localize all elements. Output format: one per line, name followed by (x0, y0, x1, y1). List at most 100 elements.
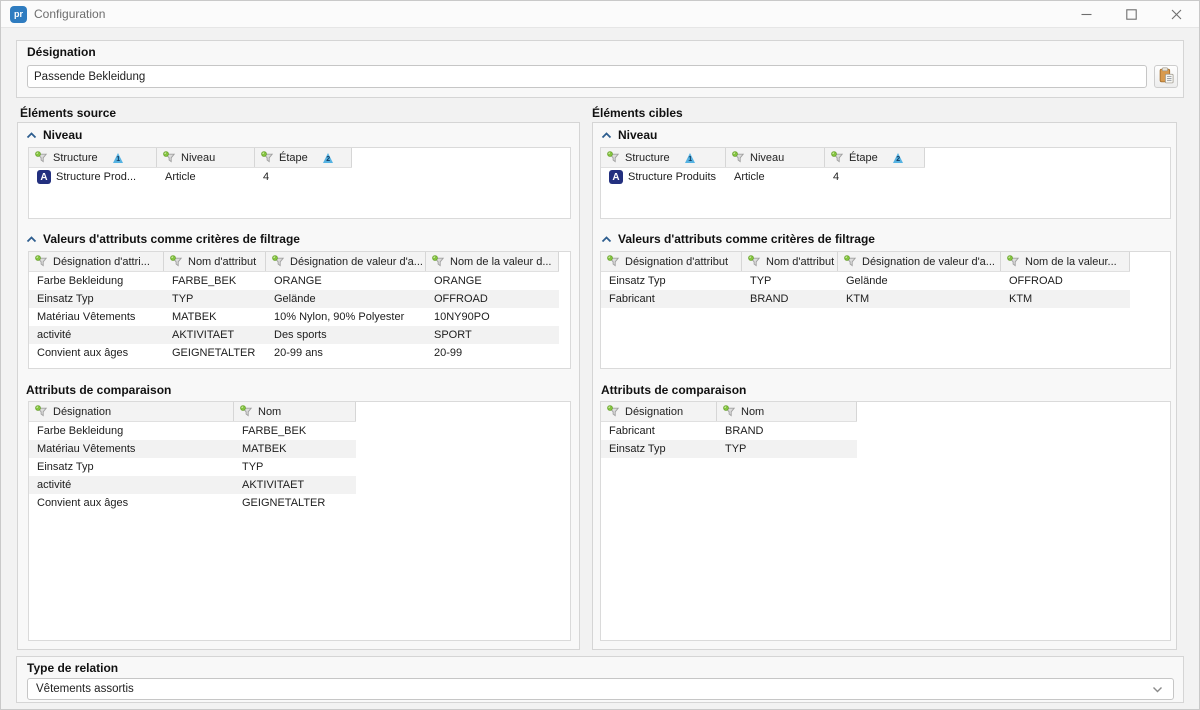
table-cell: TYP (717, 443, 857, 455)
section-label: Niveau (618, 128, 657, 142)
column-header[interactable]: Nom d'attribut (164, 252, 266, 271)
table-cell: Farbe Bekleidung (29, 275, 164, 287)
section-label: Niveau (43, 128, 82, 142)
close-button[interactable] (1154, 1, 1199, 27)
filter-icon[interactable] (35, 255, 48, 268)
relation-type-label: Type de relation (27, 661, 118, 675)
table-cell: ORANGE (266, 275, 426, 287)
filter-icon[interactable] (1007, 255, 1020, 268)
column-header[interactable]: Désignation (601, 402, 717, 421)
source-panel: Niveau Structure1 Niveau Étape2 A Struct… (17, 122, 580, 650)
table-cell: Des sports (266, 329, 426, 341)
column-header[interactable]: Nom (234, 402, 356, 421)
table-cell: TYP (234, 461, 356, 473)
etape-cell: 4 (825, 171, 925, 183)
source-comparison-section-header: Attributs de comparaison (26, 383, 171, 397)
table-cell: Einsatz Typ (29, 461, 234, 473)
minimize-button[interactable] (1064, 1, 1109, 27)
target-filter-section-header[interactable]: Valeurs d'attributs comme critères de fi… (601, 232, 875, 246)
table-row[interactable]: Farbe BekleidungFARBE_BEK (29, 422, 356, 440)
table-row[interactable]: Einsatz TypTYP (29, 458, 356, 476)
table-cell: Convient aux âges (29, 347, 164, 359)
filter-icon[interactable] (261, 151, 274, 164)
section-label: Attributs de comparaison (26, 383, 171, 397)
column-header[interactable]: Niveau (157, 148, 255, 167)
column-header[interactable]: Nom de la valeur d... (426, 252, 559, 271)
table-row[interactable]: FabricantBRANDKTMKTM (601, 290, 1130, 308)
filter-icon[interactable] (607, 151, 620, 164)
section-label: Valeurs d'attributs comme critères de fi… (618, 232, 875, 246)
filter-icon[interactable] (240, 405, 253, 418)
table-row[interactable]: Convient aux âgesGEIGNETALTER (29, 494, 356, 512)
minimize-icon (1081, 9, 1092, 20)
table-cell: FARBE_BEK (234, 425, 356, 437)
filter-icon[interactable] (170, 255, 183, 268)
table-header: Structure1 Niveau Étape2 (29, 148, 352, 168)
column-header[interactable]: Désignation d'attri... (29, 252, 164, 271)
relation-type-combobox[interactable]: Vêtements assortis (27, 678, 1174, 700)
table-row[interactable]: activitéAKTIVITAETDes sportsSPORT (29, 326, 559, 344)
filter-icon[interactable] (607, 405, 620, 418)
maximize-button[interactable] (1109, 1, 1154, 27)
column-header-label: Structure (53, 152, 98, 164)
column-header-label: Nom (258, 406, 281, 418)
table-row[interactable]: Matériau VêtementsMATBEK (29, 440, 356, 458)
target-niveau-section-header[interactable]: Niveau (601, 128, 657, 142)
column-header[interactable]: Nom d'attribut (742, 252, 838, 271)
table-cell: 20-99 (426, 347, 559, 359)
collapse-chevron-up-icon (26, 236, 37, 243)
filter-icon[interactable] (748, 255, 761, 268)
target-filter-table: Désignation d'attribut Nom d'attribut Dé… (600, 251, 1171, 369)
table-cell: AKTIVITAET (234, 479, 356, 491)
table-row[interactable]: Einsatz TypTYPGeländeOFFROAD (29, 290, 559, 308)
column-header[interactable]: Étape2 (255, 148, 352, 167)
filter-icon[interactable] (723, 405, 736, 418)
table-cell: GEIGNETALTER (164, 347, 266, 359)
table-row[interactable]: FabricantBRAND (601, 422, 857, 440)
table-cell: Convient aux âges (29, 497, 234, 509)
designation-label: Désignation (27, 45, 96, 59)
target-comparison-section-header: Attributs de comparaison (601, 383, 746, 397)
table-row[interactable]: Matériau VêtementsMATBEK10% Nylon, 90% P… (29, 308, 559, 326)
filter-icon[interactable] (844, 255, 857, 268)
table-row[interactable]: A Structure Produits Article 4 (601, 168, 925, 186)
source-niveau-section-header[interactable]: Niveau (26, 128, 82, 142)
table-row[interactable]: Farbe BekleidungFARBE_BEKORANGEORANGE (29, 272, 559, 290)
table-cell: SPORT (426, 329, 559, 341)
filter-icon[interactable] (432, 255, 445, 268)
filter-icon[interactable] (607, 255, 620, 268)
table-cell: Einsatz Typ (601, 275, 742, 287)
filter-icon[interactable] (272, 255, 285, 268)
column-header[interactable]: Désignation de valeur d'a... (838, 252, 1001, 271)
table-row[interactable]: Convient aux âgesGEIGNETALTER20-99 ans20… (29, 344, 559, 362)
filter-icon[interactable] (831, 151, 844, 164)
designation-input[interactable] (27, 65, 1147, 88)
collapse-chevron-up-icon (601, 132, 612, 139)
column-header[interactable]: Étape2 (825, 148, 925, 167)
paste-button[interactable] (1154, 65, 1178, 88)
table-row[interactable]: Einsatz TypTYP (601, 440, 857, 458)
column-header[interactable]: Désignation de valeur d'a... (266, 252, 426, 271)
source-filter-section-header[interactable]: Valeurs d'attributs comme critères de fi… (26, 232, 300, 246)
column-header[interactable]: Niveau (726, 148, 825, 167)
filter-icon[interactable] (35, 151, 48, 164)
filter-icon[interactable] (732, 151, 745, 164)
filter-icon[interactable] (35, 405, 48, 418)
column-header[interactable]: Nom (717, 402, 857, 421)
structure-cell: A Structure Produits (601, 170, 726, 184)
column-header[interactable]: Structure1 (29, 148, 157, 167)
table-cell: TYP (742, 275, 838, 287)
column-header[interactable]: Structure1 (601, 148, 726, 167)
collapse-chevron-up-icon (601, 236, 612, 243)
table-row[interactable]: activitéAKTIVITAET (29, 476, 356, 494)
table-row[interactable]: A Structure Prod... Article 4 (29, 168, 352, 186)
column-header-label: Niveau (181, 152, 215, 164)
article-structure-icon: A (609, 170, 623, 184)
table-row[interactable]: Einsatz TypTYPGeländeOFFROAD (601, 272, 1130, 290)
column-header[interactable]: Nom de la valeur... (1001, 252, 1130, 271)
column-header[interactable]: Désignation d'attribut (601, 252, 742, 271)
filter-icon[interactable] (163, 151, 176, 164)
column-header-label: Étape (279, 152, 308, 164)
column-header-label: Désignation (625, 406, 683, 418)
column-header[interactable]: Désignation (29, 402, 234, 421)
